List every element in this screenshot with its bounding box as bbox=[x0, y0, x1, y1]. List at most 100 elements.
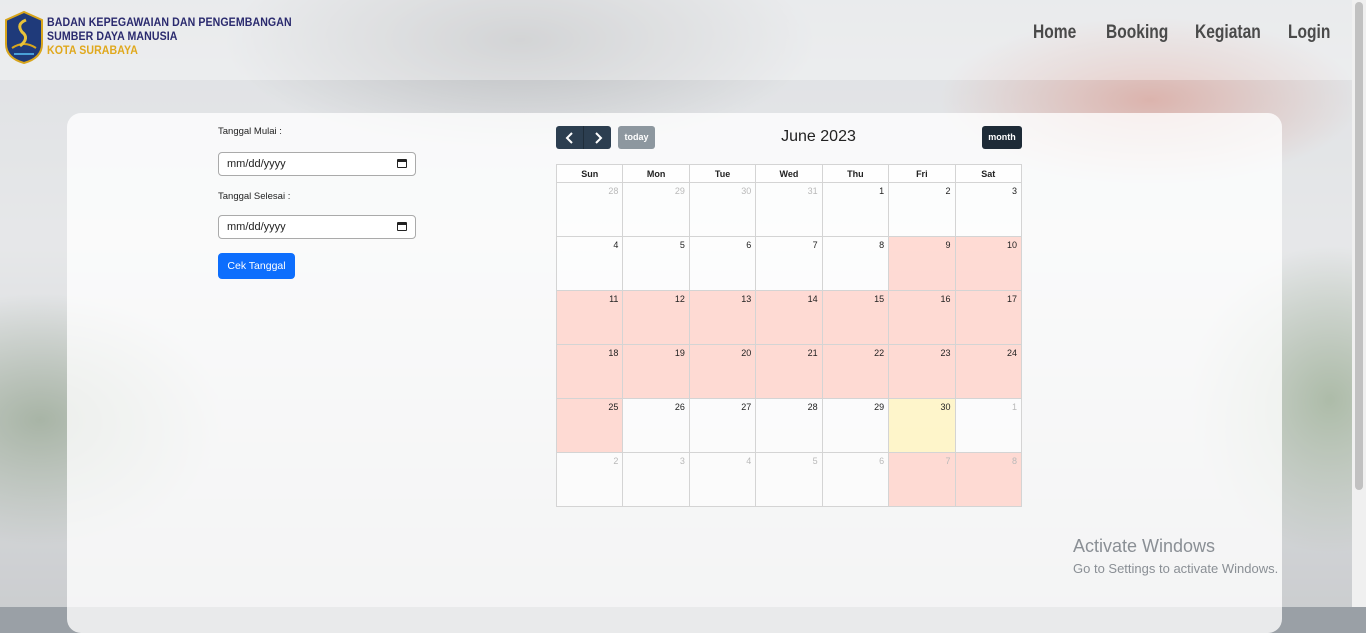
brand-text: BADAN KEPEGAWAIAN DAN PENGEMBANGAN SUMBE… bbox=[47, 16, 292, 58]
day-cell[interactable]: 4 bbox=[555, 236, 624, 291]
day-cell[interactable]: 21 bbox=[755, 344, 823, 399]
nav-kegiatan[interactable]: Kegiatan bbox=[1195, 22, 1261, 44]
weekday-header: Tue bbox=[688, 164, 757, 183]
day-cell[interactable]: 2 bbox=[555, 452, 624, 507]
day-cell[interactable]: 8 bbox=[954, 452, 1023, 507]
calendar-title: June 2023 bbox=[781, 128, 856, 145]
day-number: 6 bbox=[746, 240, 752, 250]
day-cell[interactable]: 30 bbox=[888, 398, 956, 453]
day-cell[interactable]: 14 bbox=[755, 290, 823, 345]
day-cell[interactable]: 10 bbox=[954, 236, 1023, 291]
month-grid-body: 28 29 30 31 1 2 3 4 5 6 7 8 9 10 11 12 13 14 15 16 17 18 19 20 2… bbox=[555, 182, 1023, 507]
day-cell[interactable]: 2 bbox=[888, 182, 956, 237]
today-button[interactable]: today bbox=[618, 126, 655, 149]
chevron-right-icon bbox=[594, 132, 602, 144]
day-cell[interactable]: 7 bbox=[888, 452, 956, 507]
month-grid: Sun Mon Tue Wed Thu Fri Sat 28 29 30 31 1 2 3 4… bbox=[555, 164, 1023, 507]
day-cell[interactable]: 6 bbox=[821, 452, 890, 507]
day-cell[interactable]: 23 bbox=[888, 344, 956, 399]
day-cell[interactable]: 7 bbox=[755, 236, 823, 291]
day-cell[interactable]: 30 bbox=[688, 182, 757, 237]
weekday-header: Thu bbox=[821, 164, 890, 183]
day-cell[interactable]: 9 bbox=[888, 236, 956, 291]
day-number: 27 bbox=[741, 402, 752, 412]
day-cell[interactable]: 6 bbox=[688, 236, 757, 291]
end-date-label: Tanggal Selesai : bbox=[218, 191, 291, 202]
day-cell[interactable]: 20 bbox=[688, 344, 757, 399]
day-cell[interactable]: 3 bbox=[954, 182, 1023, 237]
start-date-label: Tanggal Mulai : bbox=[218, 126, 282, 137]
day-cell[interactable]: 29 bbox=[821, 398, 890, 453]
day-cell[interactable]: 1 bbox=[821, 182, 890, 237]
day-number: 1 bbox=[1011, 402, 1017, 412]
day-number: 5 bbox=[679, 240, 685, 250]
surabaya-crest-logo[interactable] bbox=[4, 10, 44, 65]
day-number: 18 bbox=[608, 348, 619, 358]
day-cell[interactable]: 24 bbox=[954, 344, 1023, 399]
next-month-button[interactable] bbox=[584, 126, 611, 149]
day-cell[interactable]: 28 bbox=[555, 182, 624, 237]
day-cell[interactable]: 31 bbox=[755, 182, 823, 237]
day-cell[interactable]: 18 bbox=[555, 344, 624, 399]
day-cell[interactable]: 1 bbox=[954, 398, 1023, 453]
day-cell[interactable]: 13 bbox=[688, 290, 757, 345]
day-cell[interactable]: 17 bbox=[954, 290, 1023, 345]
check-date-button[interactable]: Cek Tanggal bbox=[218, 253, 295, 279]
day-number: 5 bbox=[812, 456, 818, 466]
end-date-input[interactable]: mm/dd/yyyy bbox=[218, 215, 416, 239]
weekday-header: Fri bbox=[888, 164, 956, 183]
calendar-icon[interactable] bbox=[397, 222, 407, 231]
day-number: 3 bbox=[679, 456, 685, 466]
day-number: 25 bbox=[608, 402, 619, 412]
day-cell[interactable]: 16 bbox=[888, 290, 956, 345]
day-cell[interactable]: 3 bbox=[622, 452, 690, 507]
nav-login[interactable]: Login bbox=[1288, 22, 1330, 44]
day-number: 11 bbox=[609, 294, 619, 304]
week-row: 28 29 30 31 1 2 3 bbox=[555, 182, 1023, 237]
day-number: 23 bbox=[940, 348, 951, 358]
day-number: 29 bbox=[674, 186, 685, 196]
navbar: BADAN KEPEGAWAIAN DAN PENGEMBANGAN SUMBE… bbox=[0, 0, 1352, 80]
day-number: 21 bbox=[807, 348, 818, 358]
month-view-button[interactable]: month bbox=[982, 126, 1022, 149]
day-number: 7 bbox=[945, 456, 951, 466]
day-number: 6 bbox=[879, 456, 885, 466]
day-number: 30 bbox=[940, 402, 951, 412]
day-cell[interactable]: 25 bbox=[555, 398, 624, 453]
day-cell[interactable]: 29 bbox=[622, 182, 690, 237]
day-number: 4 bbox=[613, 240, 619, 250]
day-cell[interactable]: 12 bbox=[622, 290, 690, 345]
day-cell[interactable]: 22 bbox=[821, 344, 890, 399]
page-scrollbar[interactable] bbox=[1352, 0, 1366, 607]
calendar-icon[interactable] bbox=[397, 159, 407, 168]
day-number: 2 bbox=[945, 186, 951, 196]
nav-home[interactable]: Home bbox=[1033, 22, 1076, 44]
day-cell[interactable]: 5 bbox=[622, 236, 690, 291]
day-cell[interactable]: 27 bbox=[688, 398, 757, 453]
day-cell[interactable]: 4 bbox=[688, 452, 757, 507]
week-row: 25 26 27 28 29 30 1 bbox=[555, 398, 1023, 453]
day-cell[interactable]: 11 bbox=[555, 290, 624, 345]
day-cell[interactable]: 15 bbox=[821, 290, 890, 345]
end-date-value: mm/dd/yyyy bbox=[227, 221, 286, 233]
nav-booking[interactable]: Booking bbox=[1106, 22, 1168, 44]
day-cell[interactable]: 19 bbox=[622, 344, 690, 399]
day-number: 12 bbox=[674, 294, 685, 304]
day-number: 3 bbox=[1011, 186, 1017, 196]
day-number: 10 bbox=[1006, 240, 1017, 250]
day-cell[interactable]: 5 bbox=[755, 452, 823, 507]
day-number: 26 bbox=[674, 402, 685, 412]
day-number: 13 bbox=[741, 294, 752, 304]
start-date-input[interactable]: mm/dd/yyyy bbox=[218, 152, 416, 176]
day-cell[interactable]: 8 bbox=[821, 236, 890, 291]
brand-line-2: SUMBER DAYA MANUSIA bbox=[47, 31, 178, 43]
calendar-nav-group bbox=[556, 126, 611, 149]
prev-month-button[interactable] bbox=[556, 126, 583, 149]
scrollbar-thumb[interactable] bbox=[1355, 2, 1363, 490]
day-cell[interactable]: 28 bbox=[755, 398, 823, 453]
day-number: 8 bbox=[1011, 456, 1017, 466]
day-cell[interactable]: 26 bbox=[622, 398, 690, 453]
day-number: 28 bbox=[807, 402, 818, 412]
chevron-left-icon bbox=[565, 132, 573, 144]
weekday-header: Mon bbox=[622, 164, 690, 183]
